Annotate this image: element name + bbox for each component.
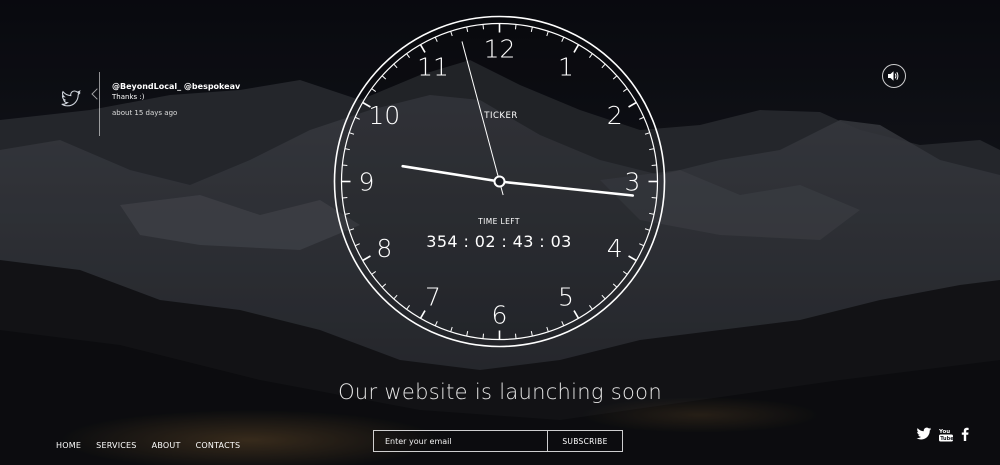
tweet-widget: @BeyondLocal_ @bespokeav Thanks :) about…: [55, 72, 315, 138]
clock-minor-tick: [482, 24, 485, 30]
clock-center-pin: [493, 175, 506, 188]
clock-minor-tick: [342, 196, 348, 199]
twitter-icon[interactable]: [61, 90, 81, 108]
clock-numeral-11: 11: [417, 52, 449, 81]
nav-home[interactable]: HOME: [56, 441, 81, 450]
svg-text:Tube: Tube: [940, 436, 954, 442]
nav-contacts[interactable]: CONTACTS: [196, 441, 241, 450]
tweet-text: Thanks :): [112, 93, 145, 101]
clock-numeral-2: 2: [607, 101, 623, 130]
nav-about[interactable]: ABOUT: [152, 441, 181, 450]
tweet-time: about 15 days ago: [112, 109, 178, 117]
social-twitter-link[interactable]: [916, 427, 932, 441]
subscribe-form: SUBSCRIBE: [373, 430, 623, 452]
clock-minor-tick: [514, 333, 517, 339]
time-left-label: TIME LEFT: [477, 217, 520, 226]
clock-minor-tick: [651, 196, 657, 199]
sound-toggle-button[interactable]: [882, 64, 906, 88]
clock-numeral-12: 12: [484, 35, 516, 64]
clock-numeral-3: 3: [625, 168, 641, 197]
facebook-icon: [961, 427, 969, 441]
clock-minor-tick: [482, 333, 485, 339]
clock-numeral-4: 4: [607, 234, 623, 263]
twitter-icon: [916, 427, 932, 440]
launch-tagline: Our website is launching soon: [338, 380, 662, 404]
tweet-divider: [99, 72, 100, 136]
social-youtube-link[interactable]: You Tube: [939, 427, 954, 442]
youtube-icon: You Tube: [939, 429, 954, 442]
tweet-handles[interactable]: @BeyondLocal_ @bespokeav: [112, 82, 240, 91]
clock-numeral-8: 8: [376, 234, 392, 263]
clock-numeral-1: 1: [558, 52, 574, 81]
clock-brand: TICKER: [483, 111, 518, 121]
clock-minor-tick: [342, 164, 348, 167]
clock-numeral-10: 10: [368, 101, 400, 130]
clock-numeral-9: 9: [359, 168, 375, 197]
tweet-pointer: [91, 88, 103, 100]
countdown-clock: 121234567891011 TICKER TIME LEFT 354 : 0…: [333, 15, 666, 348]
subscribe-button[interactable]: SUBSCRIBE: [548, 431, 622, 451]
clock-numeral-6: 6: [492, 301, 508, 330]
svg-text:You: You: [939, 429, 950, 435]
clock-minor-tick: [651, 164, 657, 167]
footer-nav: HOME SERVICES ABOUT CONTACTS: [56, 433, 250, 452]
email-input[interactable]: [374, 431, 548, 451]
clock-numeral-7: 7: [425, 283, 441, 312]
clock-minor-tick: [514, 24, 517, 30]
nav-services[interactable]: SERVICES: [96, 441, 136, 450]
clock-numeral-5: 5: [558, 283, 574, 312]
speaker-icon: [888, 71, 899, 81]
social-facebook-link[interactable]: [961, 427, 969, 441]
countdown-value: 354 : 02 : 43 : 03: [426, 232, 572, 251]
